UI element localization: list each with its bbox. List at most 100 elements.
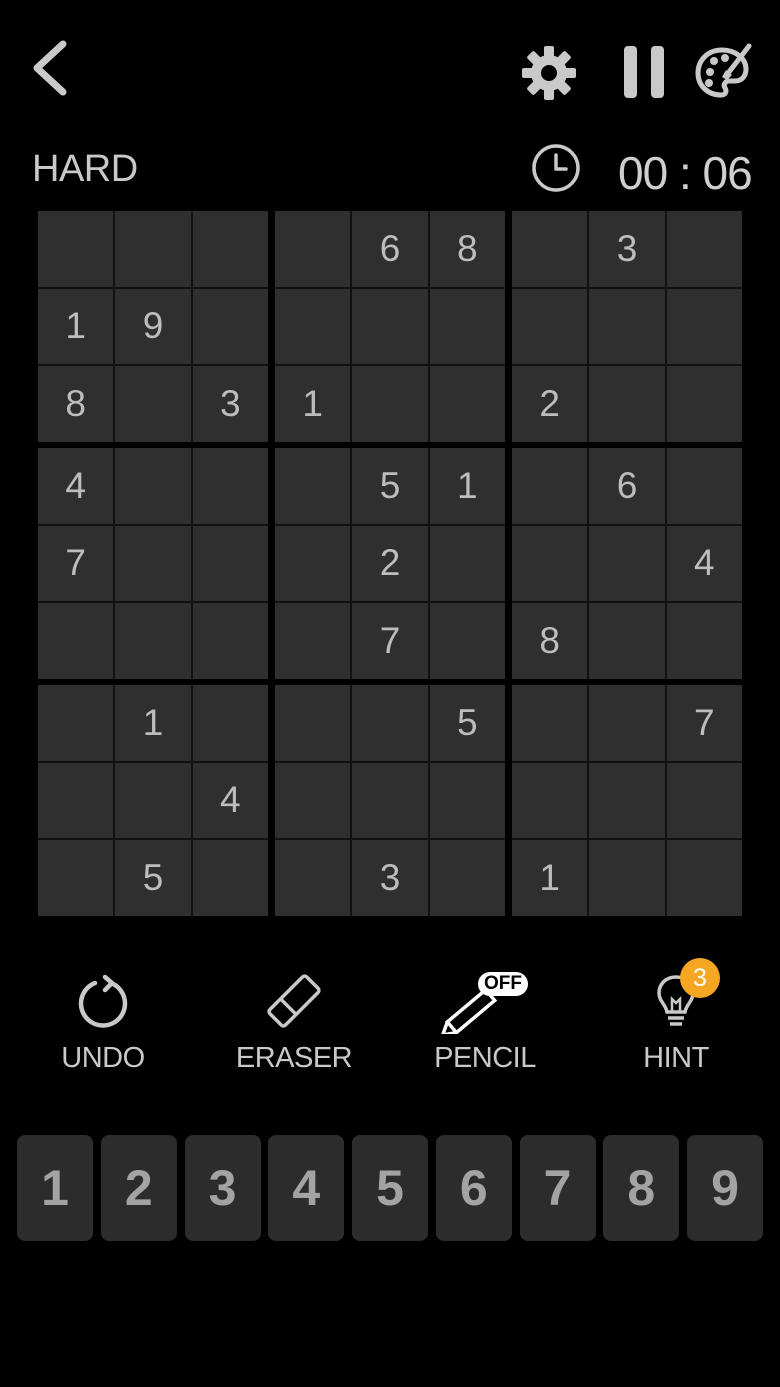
- pause-button[interactable]: [618, 42, 670, 102]
- settings-button[interactable]: [518, 42, 580, 104]
- board-cell[interactable]: 3: [192, 366, 268, 442]
- board-cell[interactable]: [115, 762, 191, 839]
- board-cell[interactable]: [666, 762, 742, 839]
- board-cell[interactable]: 5: [352, 448, 428, 524]
- board-cell[interactable]: [115, 603, 191, 679]
- board-cell[interactable]: [589, 603, 665, 679]
- hint-button[interactable]: 3 HINT: [591, 958, 761, 1088]
- board-cell[interactable]: [589, 840, 665, 916]
- board-cell[interactable]: [192, 288, 268, 365]
- board-cell[interactable]: 1: [429, 448, 505, 524]
- board-cell[interactable]: [115, 211, 191, 287]
- board-cell[interactable]: 1: [512, 840, 588, 916]
- board-cell[interactable]: [352, 762, 428, 839]
- undo-button[interactable]: UNDO: [18, 968, 188, 1088]
- board-cell[interactable]: [666, 366, 742, 442]
- board-cell[interactable]: 1: [275, 366, 351, 442]
- board-cell[interactable]: 8: [38, 366, 114, 442]
- board-cell[interactable]: 4: [38, 448, 114, 524]
- board-cell[interactable]: 5: [429, 685, 505, 761]
- board-cell[interactable]: [192, 211, 268, 287]
- board-cell[interactable]: [192, 448, 268, 524]
- board-cell[interactable]: [512, 288, 588, 365]
- board-cell[interactable]: [512, 211, 588, 287]
- board-cell[interactable]: 3: [589, 211, 665, 287]
- board-cell[interactable]: 6: [589, 448, 665, 524]
- board-cell[interactable]: 3: [352, 840, 428, 916]
- board-cell[interactable]: 7: [38, 525, 114, 602]
- board-cell[interactable]: [589, 685, 665, 761]
- board-cell[interactable]: 2: [512, 366, 588, 442]
- board-cell[interactable]: [115, 366, 191, 442]
- board-cell[interactable]: [115, 448, 191, 524]
- board-cell[interactable]: 2: [352, 525, 428, 602]
- number-key-2[interactable]: 2: [100, 1135, 177, 1241]
- number-key-8[interactable]: 8: [603, 1135, 680, 1241]
- board-cell[interactable]: [275, 448, 351, 524]
- board-cell[interactable]: [589, 366, 665, 442]
- number-key-5[interactable]: 5: [352, 1135, 428, 1241]
- board-cell[interactable]: [666, 211, 742, 287]
- board-cell[interactable]: [512, 525, 588, 602]
- board-cell[interactable]: [512, 448, 588, 524]
- board-cell[interactable]: [38, 603, 114, 679]
- board-cell[interactable]: 6: [352, 211, 428, 287]
- number-key-1[interactable]: 1: [17, 1135, 93, 1241]
- board-cell[interactable]: [352, 366, 428, 442]
- board-cell[interactable]: [275, 840, 351, 916]
- theme-button[interactable]: [694, 40, 754, 102]
- number-key-7[interactable]: 7: [519, 1135, 596, 1241]
- board-cell[interactable]: [512, 685, 588, 761]
- back-button[interactable]: [22, 36, 76, 100]
- board-cell[interactable]: [589, 525, 665, 602]
- board-cell[interactable]: [275, 762, 351, 839]
- board-cell[interactable]: [429, 762, 505, 839]
- board-cell[interactable]: 8: [429, 211, 505, 287]
- board-cell[interactable]: 1: [38, 288, 114, 365]
- board-cell[interactable]: 4: [192, 762, 268, 839]
- board-cell[interactable]: 8: [512, 603, 588, 679]
- board-cell[interactable]: [666, 448, 742, 524]
- pencil-toggle[interactable]: OFF PENCIL: [400, 968, 570, 1088]
- eraser-button[interactable]: ERASER: [209, 968, 379, 1088]
- board-cell[interactable]: [38, 840, 114, 916]
- board-box: 5 3: [275, 685, 505, 916]
- number-key-3[interactable]: 3: [184, 1135, 261, 1241]
- board-cell[interactable]: [589, 762, 665, 839]
- board-cell[interactable]: [352, 288, 428, 365]
- board-cell[interactable]: [352, 685, 428, 761]
- board-cell[interactable]: [589, 288, 665, 365]
- board-cell[interactable]: [38, 211, 114, 287]
- pause-icon: [624, 46, 664, 98]
- board-cell[interactable]: [115, 525, 191, 602]
- number-key-6[interactable]: 6: [435, 1135, 512, 1241]
- board-cell[interactable]: [429, 366, 505, 442]
- board-cell[interactable]: [38, 762, 114, 839]
- board-cell[interactable]: [38, 685, 114, 761]
- board-cell[interactable]: [666, 603, 742, 679]
- board-cell[interactable]: 5: [115, 840, 191, 916]
- board-cell[interactable]: 9: [115, 288, 191, 365]
- board-cell[interactable]: [275, 685, 351, 761]
- board-cell[interactable]: [192, 685, 268, 761]
- board-cell[interactable]: [275, 525, 351, 602]
- number-key-9[interactable]: 9: [687, 1135, 763, 1241]
- board-cell[interactable]: [429, 603, 505, 679]
- board-cell[interactable]: 4: [666, 525, 742, 602]
- board-cell[interactable]: [666, 288, 742, 365]
- number-key-4[interactable]: 4: [268, 1135, 345, 1241]
- board-cell[interactable]: 7: [666, 685, 742, 761]
- board-cell[interactable]: [429, 288, 505, 365]
- board-cell[interactable]: [192, 603, 268, 679]
- board-cell[interactable]: [275, 603, 351, 679]
- board-cell[interactable]: 7: [352, 603, 428, 679]
- board-cell[interactable]: [275, 211, 351, 287]
- board-cell[interactable]: [275, 288, 351, 365]
- board-cell[interactable]: [429, 840, 505, 916]
- board-cell[interactable]: [666, 840, 742, 916]
- board-cell[interactable]: [192, 525, 268, 602]
- board-cell[interactable]: 1: [115, 685, 191, 761]
- board-cell[interactable]: [512, 762, 588, 839]
- board-cell[interactable]: [429, 525, 505, 602]
- board-cell[interactable]: [192, 840, 268, 916]
